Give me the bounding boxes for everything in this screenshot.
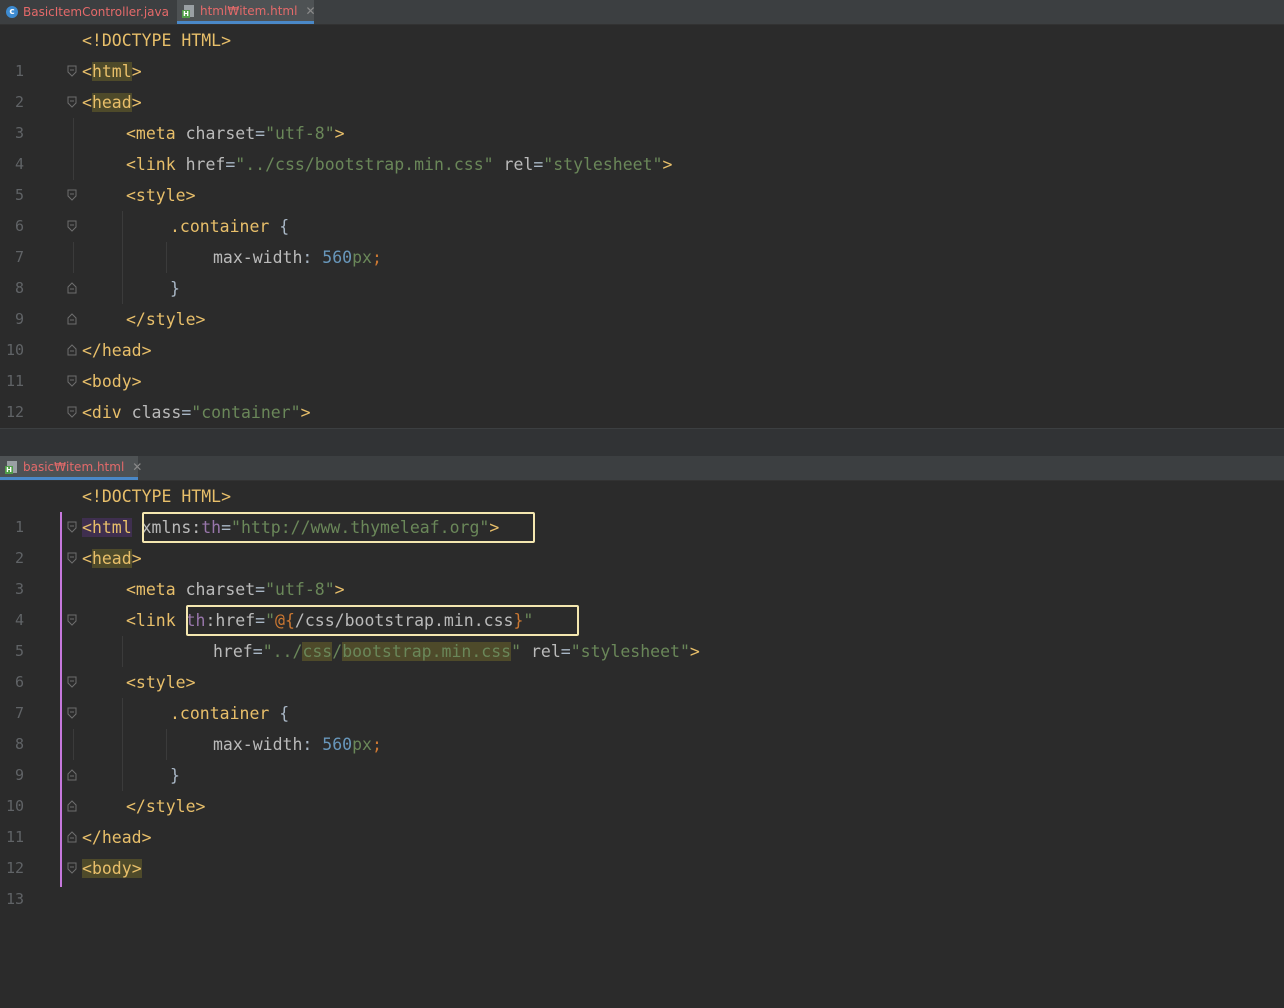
tab-label: BasicItemController.java	[23, 5, 169, 19]
code-line: 1 <!DOCTYPE HTML>	[0, 481, 1284, 536]
close-icon[interactable]: ✕	[305, 4, 315, 18]
code-line: 8 .container {	[0, 698, 1284, 753]
code-line: 1 <!DOCTYPE HTML>	[0, 25, 1284, 80]
code-line: 13 <body>	[0, 853, 1284, 908]
fold-icon[interactable]	[67, 614, 77, 626]
code-line: 6 href="../css/bootstrap.min.css" rel="s…	[0, 636, 1284, 691]
code-editor-top[interactable]: 1 <!DOCTYPE HTML> 2 <html> 3 <head> 4 <m…	[0, 25, 1284, 452]
pane-splitter[interactable]	[0, 428, 1284, 457]
fold-end-icon[interactable]	[67, 769, 77, 781]
fold-icon[interactable]	[67, 96, 77, 108]
code-line: 6 <style>	[0, 180, 1284, 235]
close-icon[interactable]: ✕	[132, 460, 142, 474]
code-line: 3 <head>	[0, 543, 1284, 598]
fold-icon[interactable]	[67, 406, 77, 418]
code-line: 4 <meta charset="utf-8">	[0, 574, 1284, 629]
code-token: <!DOCTYPE HTML>	[82, 31, 232, 50]
fold-end-icon[interactable]	[67, 313, 77, 325]
code-line: 2 <html xmlns:th="http://www.thymeleaf.o…	[0, 512, 1284, 567]
fold-icon[interactable]	[67, 220, 77, 232]
fold-end-icon[interactable]	[67, 282, 77, 294]
tab-label: basic₩item.html	[23, 459, 125, 474]
fold-end-icon[interactable]	[67, 344, 77, 356]
fold-end-icon[interactable]	[67, 831, 77, 843]
code-line: 9 }	[0, 273, 1284, 328]
fold-icon[interactable]	[67, 189, 77, 201]
code-line: 11 </style>	[0, 791, 1284, 846]
code-line: 3 <head>	[0, 87, 1284, 142]
editor-pane-bottom: H basic₩item.html ✕ 1 <!DOCTYPE HTML> 2 …	[0, 456, 1284, 908]
code-line: 10 }	[0, 760, 1284, 815]
code-line: 9 max-width: 560px;	[0, 729, 1284, 784]
code-line: 11 </head>	[0, 335, 1284, 390]
code-line: 12 <body>	[0, 366, 1284, 421]
tab-label: html₩item.html	[200, 3, 298, 18]
code-line: 13 <div class="container">	[0, 397, 1284, 452]
code-line: 7 <style>	[0, 667, 1284, 722]
fold-icon[interactable]	[67, 521, 77, 533]
tab-bar-bottom: H basic₩item.html ✕	[0, 456, 1284, 481]
fold-icon[interactable]	[67, 552, 77, 564]
html-file-icon: H	[182, 4, 195, 18]
code-line: 5 <link th:href="@{/css/bootstrap.min.cs…	[0, 605, 1284, 660]
editor-pane-top: c BasicItemController.java ✕ H html₩item…	[0, 0, 1284, 452]
code-line: 8 max-width: 560px;	[0, 242, 1284, 297]
code-line: 7 .container {	[0, 211, 1284, 266]
fold-icon[interactable]	[67, 676, 77, 688]
code-line: 5 <link href="../css/bootstrap.min.css" …	[0, 149, 1284, 204]
java-class-icon: c	[6, 5, 18, 19]
tab-html-item[interactable]: H html₩item.html ✕	[177, 0, 316, 24]
tab-basic-item[interactable]: H basic₩item.html ✕	[0, 456, 142, 480]
code-line: 12 </head>	[0, 822, 1284, 877]
fold-icon[interactable]	[67, 375, 77, 387]
code-editor-bottom[interactable]: 1 <!DOCTYPE HTML> 2 <html xmlns:th="http…	[0, 481, 1284, 908]
tab-bar-top: c BasicItemController.java ✕ H html₩item…	[0, 0, 1284, 25]
fold-icon[interactable]	[67, 862, 77, 874]
html-file-icon: H	[5, 460, 18, 474]
tab-basic-item-controller[interactable]: c BasicItemController.java ✕	[0, 0, 187, 24]
fold-end-icon[interactable]	[67, 800, 77, 812]
code-token: html	[91, 62, 132, 81]
line-number: 13	[5, 890, 24, 908]
fold-icon[interactable]	[67, 707, 77, 719]
code-line: 2 <html>	[0, 56, 1284, 111]
code-line: 10 </style>	[0, 304, 1284, 359]
fold-icon[interactable]	[67, 65, 77, 77]
code-line: 4 <meta charset="utf-8">	[0, 118, 1284, 173]
code-token: head	[91, 93, 132, 112]
